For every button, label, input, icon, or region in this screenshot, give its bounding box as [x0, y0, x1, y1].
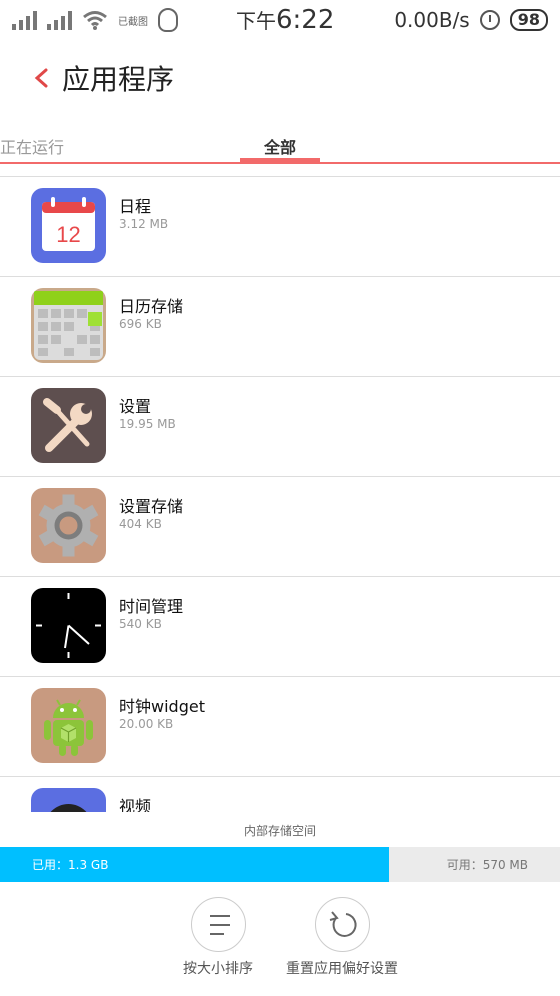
storage-available-text: 可用：570 MB [446, 858, 528, 872]
tab-running[interactable]: 正在运行 [0, 134, 64, 158]
reset-preferences-label: 重置应用偏好设置 [286, 961, 398, 977]
storage-bar: 已用：1.3 GB 可用：570 MB [0, 847, 560, 882]
tab-bar: 正在运行 全部 [0, 128, 560, 164]
app-size: 696 KB [119, 317, 162, 331]
time-prefix: 下午 [236, 9, 276, 33]
back-arrow-icon[interactable] [32, 62, 56, 94]
gear-icon [31, 488, 106, 563]
list-item[interactable]: 视频 [0, 777, 560, 812]
calendar-storage-icon [31, 288, 106, 363]
video-icon [31, 788, 106, 812]
app-size: 20.00 KB [119, 717, 174, 731]
header: 应用程序 [0, 48, 560, 108]
status-time: 下午6:22 [236, 5, 334, 35]
net-speed: 0.00B/s [394, 8, 470, 32]
app-list: 12 日程 3.12 MB 日历存储 696 KB 设置 19.95 MB 设置… [0, 176, 560, 812]
reset-preferences-button[interactable]: 重置应用偏好设置 [262, 897, 422, 987]
list-item[interactable]: 时钟widget 20.00 KB [0, 677, 560, 777]
app-name: 时间管理 [119, 597, 184, 616]
storage-label: 内部存储空间 [243, 824, 316, 838]
status-left: 已截图 [12, 8, 178, 32]
list-item[interactable]: 12 日程 3.12 MB [0, 177, 560, 277]
app-size: 3.12 MB [119, 217, 169, 231]
status-bar: 已截图 下午6:22 0.00B/s 98 [0, 0, 560, 40]
list-item[interactable]: 设置存储 404 KB [0, 477, 560, 577]
storage-used-text: 已用：1.3 GB [32, 858, 109, 872]
app-name: 视频 [119, 797, 152, 812]
wrench-icon [31, 388, 106, 463]
app-name: 日历存储 [119, 297, 184, 316]
sort-button-circle [190, 897, 246, 952]
page-title: 应用程序 [62, 63, 175, 96]
wifi-icon [83, 11, 107, 30]
qq-icon [158, 8, 178, 32]
tab-all[interactable]: 全部 [264, 134, 296, 158]
alarm-icon [479, 10, 500, 30]
signal-1-icon [12, 10, 37, 30]
calendar-day-number: 12 [56, 222, 80, 247]
tab-indicator [240, 158, 320, 162]
calendar-icon: 12 [31, 188, 106, 263]
refresh-icon [329, 911, 357, 937]
sort-lines-icon [209, 915, 230, 935]
clock-icon [31, 588, 106, 663]
app-size: 19.95 MB [119, 417, 176, 431]
battery-badge: 98 [509, 9, 548, 31]
app-size: 540 KB [119, 617, 162, 631]
app-name: 设置存储 [119, 497, 184, 516]
android-icon [31, 688, 106, 763]
app-name: 设置 [119, 397, 152, 416]
time-value: 6:22 [276, 5, 335, 35]
reset-button-circle [314, 897, 370, 952]
app-name: 日程 [119, 197, 152, 216]
list-item[interactable]: 设置 19.95 MB [0, 377, 560, 477]
screenshot-label: 已截图 [118, 16, 148, 28]
signal-2-icon [47, 10, 72, 30]
status-right: 0.00B/s 98 [394, 8, 548, 32]
list-item[interactable]: 日历存储 696 KB [0, 277, 560, 377]
app-name: 时钟widget [119, 697, 205, 716]
app-size: 404 KB [119, 517, 162, 531]
list-item[interactable]: 时间管理 540 KB [0, 577, 560, 677]
